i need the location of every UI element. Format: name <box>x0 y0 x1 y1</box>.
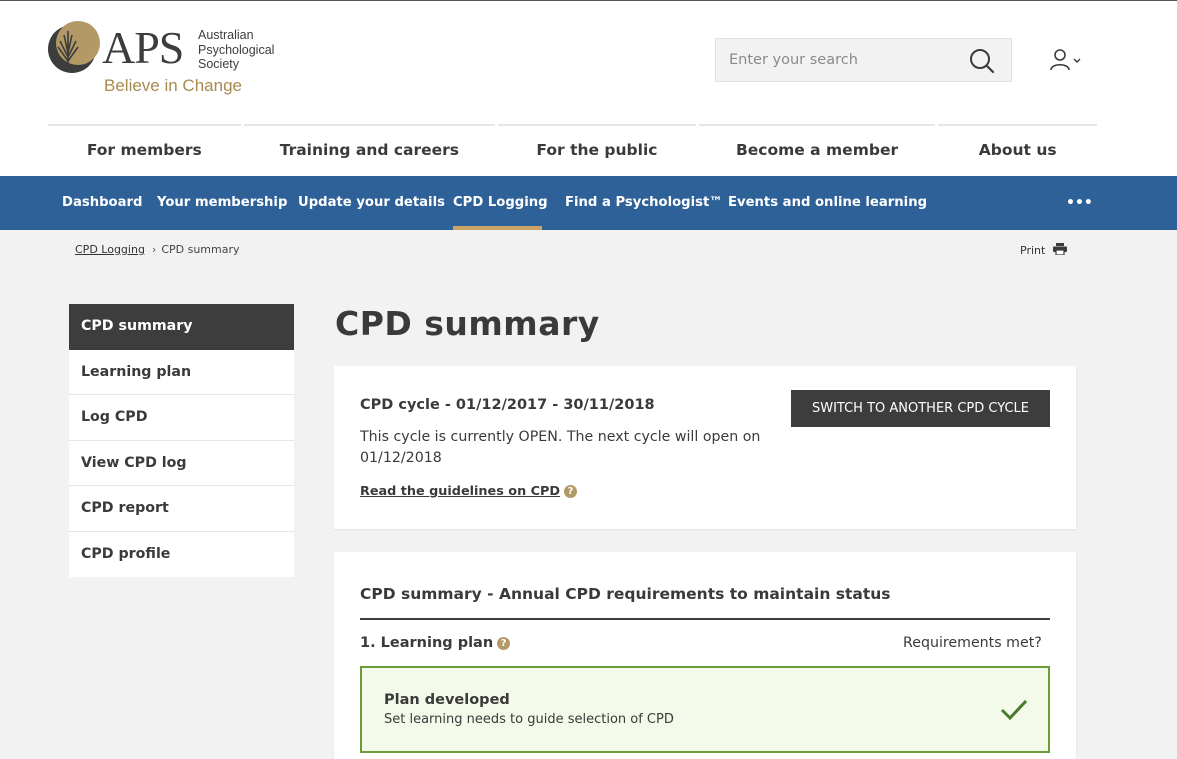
logo-society-name: Australian Psychological Society <box>198 28 274 72</box>
cpd-requirements-card: CPD summary - Annual CPD requirements to… <box>334 552 1076 759</box>
cpd-sidebar: CPD summary Learning plan Log CPD View C… <box>69 304 294 577</box>
plan-status-description: Set learning needs to guide selection of… <box>384 712 674 727</box>
sidebar-item-view-cpd-log[interactable]: View CPD log <box>69 441 294 486</box>
subnav-update-details[interactable]: Update your details <box>298 195 445 210</box>
print-button[interactable]: Print <box>1020 243 1067 257</box>
subnav-active-indicator <box>453 226 542 230</box>
breadcrumb-current: CPD summary <box>161 243 240 256</box>
printer-icon <box>1052 243 1067 255</box>
sidebar-item-learning-plan[interactable]: Learning plan <box>69 350 294 395</box>
cpd-cycle-card: CPD cycle - 01/12/2017 - 30/11/2018 This… <box>334 366 1076 529</box>
summary-title: CPD summary - Annual CPD requirements to… <box>360 585 891 603</box>
main-nav-for-the-public[interactable]: For the public <box>498 124 696 177</box>
plan-developed-status: Plan developed Set learning needs to gui… <box>360 666 1050 753</box>
search-input[interactable] <box>716 39 966 81</box>
learning-plan-label: 1. Learning plan <box>360 635 494 651</box>
cycle-title: CPD cycle - 01/12/2017 - 30/11/2018 <box>360 397 655 413</box>
more-menu-button[interactable]: ••• <box>1066 195 1093 211</box>
main-nav-training-careers[interactable]: Training and careers <box>243 124 496 177</box>
main-nav-become-member[interactable]: Become a member <box>698 124 936 177</box>
subnav-your-membership[interactable]: Your membership <box>157 195 287 210</box>
aps-logo-mark-icon <box>48 21 100 73</box>
help-icon[interactable]: ? <box>564 485 578 498</box>
subnav-cpd-logging[interactable]: CPD Logging <box>453 195 548 210</box>
cpd-guidelines-link[interactable]: Read the guidelines on CPD? <box>360 484 578 499</box>
breadcrumb-separator: › <box>151 243 157 256</box>
page-title: CPD summary <box>335 304 600 343</box>
logo-society-line: Society <box>198 57 239 71</box>
learning-plan-heading: 1. Learning plan? <box>360 635 511 651</box>
logo-tagline: Believe in Change <box>104 76 242 95</box>
breadcrumb-cpd-logging[interactable]: CPD Logging <box>75 243 145 256</box>
search-icon[interactable] <box>969 48 995 74</box>
logo-society-line: Australian <box>198 28 254 42</box>
requirements-met-header: Requirements met? <box>903 635 1042 651</box>
member-subnav: Dashboard Your membership Update your de… <box>0 176 1177 230</box>
sidebar-item-cpd-profile[interactable]: CPD profile <box>69 532 294 578</box>
sidebar-item-cpd-report[interactable]: CPD report <box>69 486 294 532</box>
subnav-events-learning[interactable]: Events and online learning <box>728 195 927 210</box>
site-header: APS Australian Psychological Society Bel… <box>0 0 1177 176</box>
cycle-description: This cycle is currently OPEN. The next c… <box>360 429 761 466</box>
logo-society-line: Psychological <box>198 42 275 57</box>
logo-wordmark: APS <box>102 22 184 73</box>
subnav-dashboard[interactable]: Dashboard <box>62 195 142 210</box>
user-icon <box>1050 49 1081 71</box>
sidebar-item-log-cpd[interactable]: Log CPD <box>69 395 294 441</box>
main-nav-for-members[interactable]: For members <box>48 124 241 177</box>
plan-status-title: Plan developed <box>384 692 510 708</box>
sidebar-item-cpd-summary[interactable]: CPD summary <box>69 304 294 350</box>
checkmark-icon <box>1000 699 1028 721</box>
aps-logo[interactable]: APS Australian Psychological Society Bel… <box>46 21 286 101</box>
switch-cpd-cycle-button[interactable]: SWITCH TO ANOTHER CPD CYCLE <box>791 390 1050 427</box>
user-menu-button[interactable] <box>1048 48 1088 74</box>
help-icon[interactable]: ? <box>497 637 511 650</box>
main-nav-about-us[interactable]: About us <box>938 124 1097 177</box>
summary-divider <box>360 618 1050 620</box>
subnav-find-psychologist[interactable]: Find a Psychologist™ <box>565 195 722 210</box>
print-label: Print <box>1020 244 1046 257</box>
search-box <box>715 38 1012 82</box>
cpd-guidelines-link-text[interactable]: Read the guidelines on CPD <box>360 484 560 499</box>
main-navigation: For members Training and careers For the… <box>48 124 1097 177</box>
chevron-down-icon <box>1073 58 1081 63</box>
breadcrumb: CPD Logging › CPD summary <box>75 243 240 256</box>
